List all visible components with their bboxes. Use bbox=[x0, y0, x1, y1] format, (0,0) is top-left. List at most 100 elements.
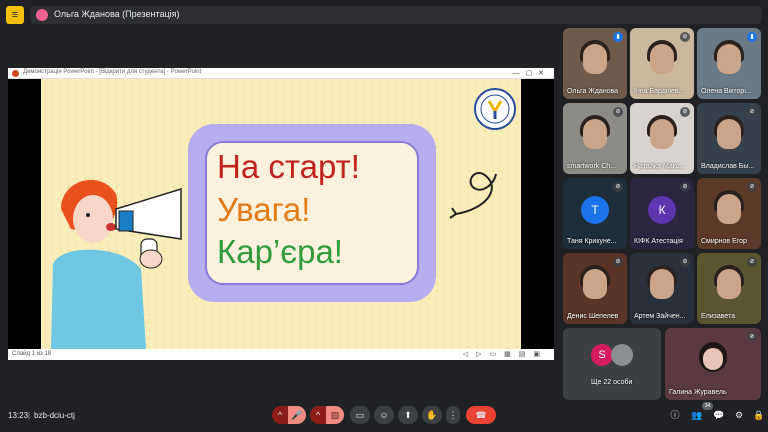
more-icon: ⋮ bbox=[448, 410, 458, 420]
employment-service-logo-icon bbox=[474, 88, 516, 130]
emoji-icon: ☺ bbox=[379, 410, 389, 420]
participant-tile[interactable]: ⊘ Елизавета bbox=[697, 253, 761, 324]
mic-toggle-button[interactable]: 🎤 bbox=[288, 406, 306, 424]
host-controls-button[interactable]: 🔒 bbox=[752, 408, 766, 422]
mic-muted-icon: ⊘ bbox=[613, 182, 623, 192]
chat-button[interactable]: 💬 bbox=[712, 408, 726, 422]
participant-name: Олена Вікторі... bbox=[701, 88, 752, 95]
powerpoint-titlebar: Демонстрація PowerPoint - [Відкрити для … bbox=[8, 68, 554, 79]
window-controls: —▢✕ bbox=[512, 70, 550, 77]
more-options-button[interactable]: ⋮ bbox=[446, 406, 460, 424]
participant-video bbox=[583, 44, 607, 74]
slide-line-3: Кар’єра! bbox=[217, 233, 343, 270]
others-label: Ще 22 особи bbox=[591, 379, 633, 386]
powerpoint-statusbar: Слайд 1 из 18 ◁▷▭▦▤▣ bbox=[8, 349, 554, 360]
mic-muted-icon: ⊘ bbox=[680, 32, 690, 42]
participant-video bbox=[717, 269, 741, 299]
mic-muted-icon: ⊘ bbox=[680, 257, 690, 267]
participant-tile[interactable]: К ⊘ КІФК Атестація bbox=[630, 178, 694, 249]
hand-icon: ✋ bbox=[426, 410, 438, 420]
camera-off-icon: ▧ bbox=[330, 410, 340, 420]
participant-name: smartwork Ch... bbox=[567, 163, 617, 170]
chat-icon: 💬 bbox=[713, 410, 725, 420]
others-tile[interactable]: S Ще 22 особи bbox=[563, 328, 661, 400]
participant-tile[interactable]: ⊘ Денис Шепелев bbox=[563, 253, 627, 324]
participant-tile[interactable]: ⊘ smartwork Ch... bbox=[563, 103, 627, 174]
participant-video bbox=[583, 269, 607, 299]
info-icon: ⓘ bbox=[670, 410, 680, 420]
participant-video bbox=[650, 44, 674, 74]
participant-tile[interactable]: ⊘ Артем Зайчен... bbox=[630, 253, 694, 324]
view-controls: ◁▷▭▦▤▣ bbox=[462, 351, 548, 358]
slide-line-1: На старт! bbox=[217, 148, 360, 185]
participant-video bbox=[650, 119, 674, 149]
people-icon: 👥 bbox=[691, 410, 703, 420]
top-bar: ≡ Ольга Жданова (Презентація) bbox=[0, 0, 768, 30]
mic-active-icon: ▮ bbox=[747, 32, 757, 42]
megaphone-person-illustration bbox=[51, 179, 182, 349]
participant-video bbox=[717, 119, 741, 149]
meeting-info-button[interactable]: ⓘ bbox=[668, 408, 682, 422]
presenting-icon bbox=[36, 9, 48, 21]
participant-video bbox=[650, 269, 674, 299]
participant-name: Артем Зайчен... bbox=[634, 313, 686, 320]
participant-name: Смирнов Егор bbox=[701, 238, 747, 245]
participants-grid: ▮ Ольга Жданова ⊘ Інна Бардічев... ▮ Олена Ві… bbox=[563, 28, 761, 400]
participant-video bbox=[717, 44, 741, 74]
participant-tile[interactable]: ⊘ Наталка Макс... bbox=[630, 103, 694, 174]
camera-toggle-button[interactable]: ▧ bbox=[326, 406, 344, 424]
captions-button[interactable]: ▭ bbox=[350, 406, 370, 424]
pinned-participant-tile[interactable]: ⊘ Галина Журавель bbox=[665, 328, 761, 400]
activities-button[interactable]: ⚙ bbox=[732, 408, 746, 422]
participant-tile[interactable]: ⊘ Владислав Бы... bbox=[697, 103, 761, 174]
participant-tile[interactable]: ▮ Олена Вікторі... bbox=[697, 28, 761, 99]
activities-icon: ⚙ bbox=[734, 410, 744, 420]
participant-name: Ольга Жданова bbox=[567, 88, 619, 95]
participant-tile[interactable]: Т ⊘ Таня Крикуне... bbox=[563, 178, 627, 249]
presentation-chip[interactable]: Ольга Жданова (Презентація) bbox=[30, 6, 762, 24]
participant-tile[interactable]: ⊘ Інна Бардічев... bbox=[630, 28, 694, 99]
slide-line-2: Увага! bbox=[217, 191, 311, 228]
participant-avatar: Т bbox=[581, 196, 609, 224]
mic-muted-icon: ⊘ bbox=[680, 107, 690, 117]
mic-off-icon: 🎤 bbox=[291, 410, 303, 420]
mic-options-button[interactable]: ^ bbox=[272, 406, 288, 424]
participant-tile[interactable]: ⊘ Смирнов Егор bbox=[697, 178, 761, 249]
participant-video bbox=[583, 119, 607, 149]
people-button[interactable]: 👥 bbox=[690, 408, 704, 422]
participant-video bbox=[703, 348, 723, 370]
participant-tile[interactable]: ▮ Ольга Жданова bbox=[563, 28, 627, 99]
others-avatar: S bbox=[591, 344, 613, 366]
camera-options-button[interactable]: ^ bbox=[310, 406, 326, 424]
separator: | bbox=[28, 411, 31, 420]
mic-muted-icon: ⊘ bbox=[747, 182, 757, 192]
participant-name: Наталка Макс... bbox=[634, 163, 686, 170]
mic-muted-icon: ⊘ bbox=[680, 182, 690, 192]
bottom-bar: 13:23 | bzb-dciu-ctj ^ 🎤 ^ ▧ ▭ ☺ ⬆ ✋ ⋮ ☎… bbox=[0, 400, 768, 432]
presenter-label: Ольга Жданова (Презентація) bbox=[54, 9, 180, 19]
mic-muted-icon: ⊘ bbox=[747, 332, 757, 342]
powerpoint-window-title: Демонстрація PowerPoint - [Відкрити для … bbox=[23, 69, 202, 75]
mic-muted-icon: ⊘ bbox=[613, 257, 623, 267]
present-button[interactable]: ⬆ bbox=[398, 406, 418, 424]
others-avatar-photo bbox=[611, 344, 633, 366]
captions-icon: ▭ bbox=[355, 410, 365, 420]
participant-name: КІФК Атестація bbox=[634, 238, 683, 245]
curly-arrow-icon bbox=[449, 172, 497, 219]
present-icon: ⬆ bbox=[404, 410, 412, 420]
participant-name: Елизавета bbox=[701, 313, 736, 320]
mic-muted-icon: ⊘ bbox=[613, 107, 623, 117]
lock-icon: 🔒 bbox=[753, 410, 765, 420]
participant-name: Владислав Бы... bbox=[701, 163, 755, 170]
pinned-participant-name: Галина Журавель bbox=[669, 389, 727, 396]
meeting-code: bzb-dciu-ctj bbox=[34, 411, 75, 420]
leave-call-button[interactable]: ☎ bbox=[466, 406, 496, 424]
participant-name: Таня Крикуне... bbox=[567, 238, 617, 245]
phone-hangup-icon: ☎ bbox=[475, 410, 487, 420]
raise-hand-button[interactable]: ✋ bbox=[422, 406, 442, 424]
powerpoint-icon bbox=[12, 70, 19, 77]
reactions-button[interactable]: ☺ bbox=[374, 406, 394, 424]
participant-name: Денис Шепелев bbox=[567, 313, 619, 320]
shared-screen: Демонстрація PowerPoint - [Відкрити для … bbox=[8, 68, 554, 360]
participant-avatar: К bbox=[648, 196, 676, 224]
